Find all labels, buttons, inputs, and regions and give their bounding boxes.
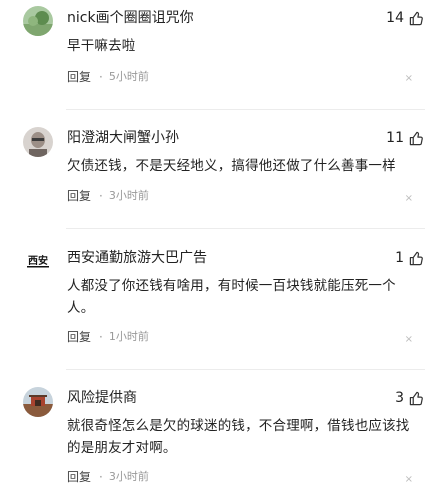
thumbs-up-icon bbox=[409, 251, 424, 266]
reply-button[interactable]: 回复 bbox=[67, 69, 91, 85]
like-count: 11 bbox=[386, 130, 404, 146]
close-icon[interactable]: × bbox=[405, 335, 413, 345]
close-icon[interactable]: × bbox=[405, 74, 413, 84]
thumbs-up-icon bbox=[409, 11, 424, 26]
timestamp: 1小时前 bbox=[108, 330, 149, 343]
reply-button[interactable]: 回复 bbox=[67, 188, 91, 204]
reply-button[interactable]: 回复 bbox=[67, 329, 91, 345]
like-button[interactable]: 14 bbox=[386, 8, 424, 28]
username[interactable]: 阳澄湖大闸蟹小孙 bbox=[67, 129, 179, 147]
reply-button[interactable]: 回复 bbox=[67, 469, 91, 485]
timestamp: 5小时前 bbox=[108, 70, 149, 83]
divider bbox=[66, 369, 425, 370]
thumbs-up-icon bbox=[409, 391, 424, 406]
like-button[interactable]: 1 bbox=[395, 248, 424, 268]
avatar-logo-text: 西安 bbox=[28, 254, 48, 267]
meta-separator: · bbox=[99, 470, 103, 484]
close-icon[interactable]: × bbox=[405, 475, 413, 485]
meta-separator: · bbox=[99, 70, 103, 84]
username[interactable]: 风险提供商 bbox=[67, 389, 137, 407]
avatar-image bbox=[23, 387, 53, 417]
comment-meta: 回复 · 1小时前 bbox=[67, 329, 149, 345]
like-count: 14 bbox=[386, 10, 404, 26]
like-count: 1 bbox=[395, 250, 404, 266]
divider bbox=[66, 228, 425, 229]
avatar-image bbox=[23, 127, 53, 157]
comment-meta: 回复 · 5小时前 bbox=[67, 69, 149, 85]
avatar[interactable] bbox=[23, 6, 53, 36]
username[interactable]: nick画个圈圈诅咒你 bbox=[67, 9, 194, 27]
username[interactable]: 西安通勤旅游大巴广告 bbox=[67, 249, 207, 267]
divider bbox=[66, 109, 425, 110]
avatar-image: 西安 bbox=[23, 245, 53, 275]
comment-meta: 回复 · 3小时前 bbox=[67, 188, 149, 204]
like-button[interactable]: 11 bbox=[386, 128, 424, 148]
comment-text: 欠债还钱，不是天经地义，搞得他还做了什么善事一样 bbox=[67, 158, 396, 174]
timestamp: 3小时前 bbox=[108, 470, 149, 483]
avatar[interactable]: 西安 bbox=[23, 245, 53, 275]
avatar-image bbox=[23, 6, 53, 36]
meta-separator: · bbox=[99, 189, 103, 203]
like-button[interactable]: 3 bbox=[395, 388, 424, 408]
close-icon[interactable]: × bbox=[405, 194, 413, 204]
timestamp: 3小时前 bbox=[108, 189, 149, 202]
comment-text: 早干嘛去啦 bbox=[67, 38, 136, 54]
comment-text: 人都没了你还钱有啥用，有时候一百块钱就能压死一个人。 bbox=[67, 278, 396, 316]
meta-separator: · bbox=[99, 330, 103, 344]
thumbs-up-icon bbox=[409, 131, 424, 146]
avatar[interactable] bbox=[23, 127, 53, 157]
avatar[interactable] bbox=[23, 387, 53, 417]
comment-text: 就很奇怪怎么是欠的球迷的钱，不合理啊，借钱也应该找的是朋友才对啊。 bbox=[67, 418, 410, 456]
comment-meta: 回复 · 3小时前 bbox=[67, 469, 149, 485]
like-count: 3 bbox=[395, 390, 404, 406]
